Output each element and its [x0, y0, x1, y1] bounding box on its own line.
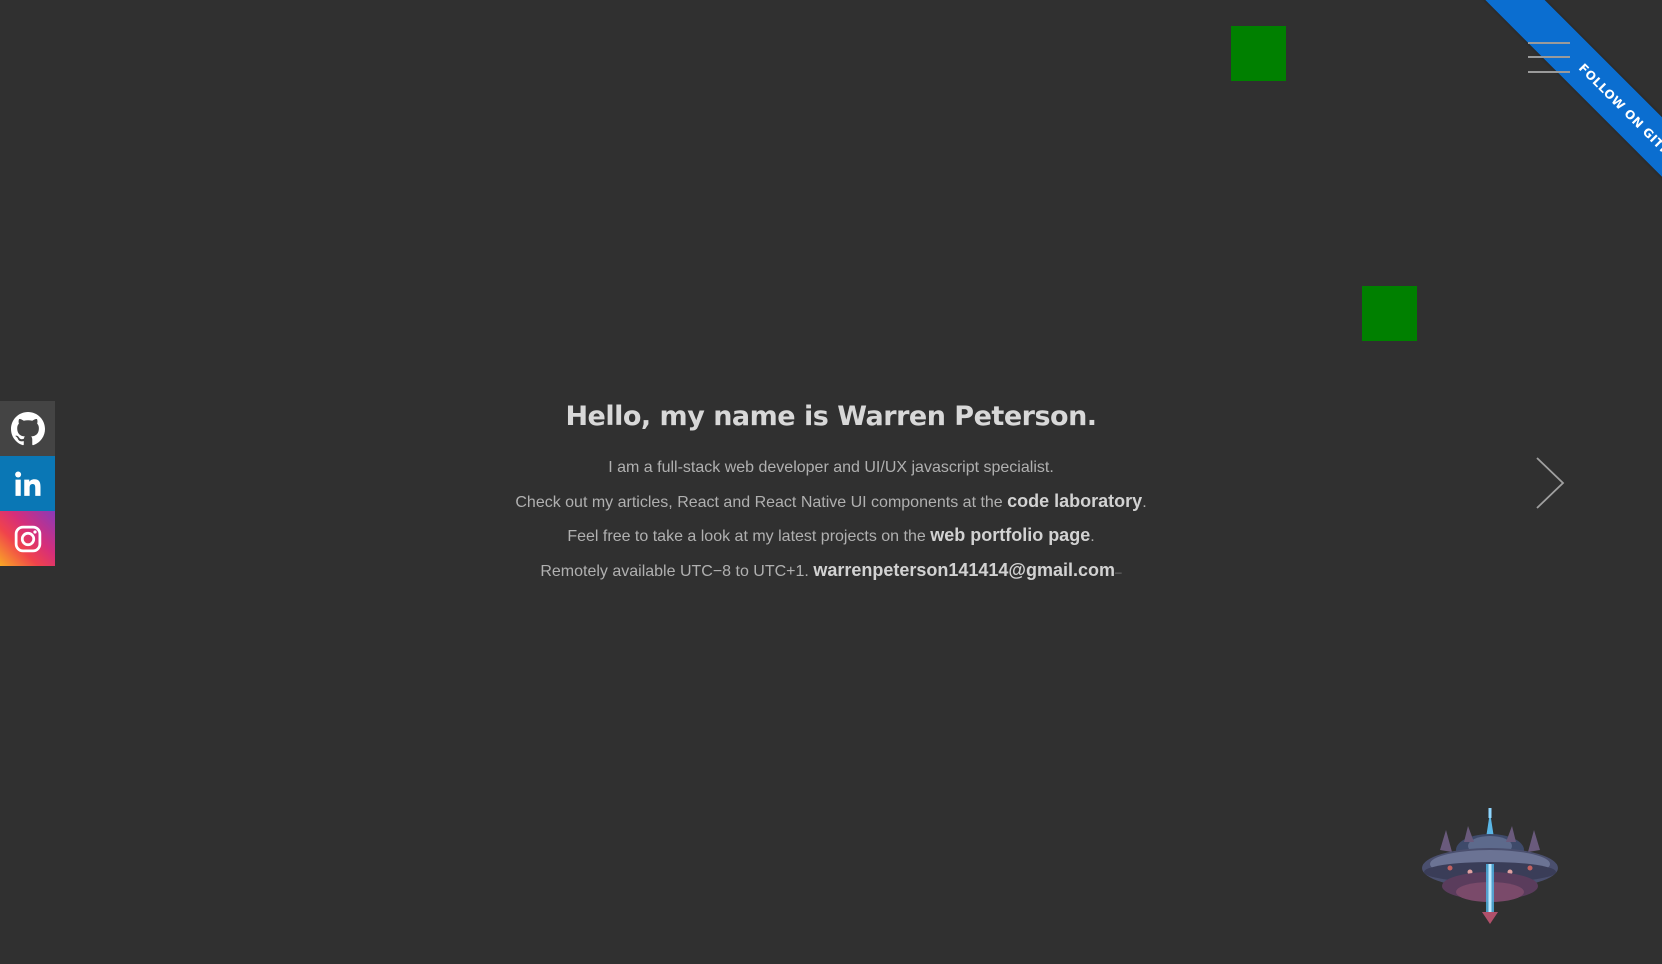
intro-text: .: [1090, 528, 1095, 545]
page: FOLLOW ON GITHUB Hello, my name is Warre…: [0, 0, 1662, 964]
intro-section: Hello, my name is Warren Peterson. I am …: [0, 394, 1662, 588]
intro-line: I am a full-stack web developer and UI/U…: [608, 459, 1054, 476]
intro-text: Check out my articles, React and React N…: [515, 493, 1008, 511]
code-laboratory-link[interactable]: code laboratory: [1007, 491, 1142, 511]
intro-line: Check out my articles, React and React N…: [0, 485, 1662, 520]
hamburger-menu-icon[interactable]: [1528, 42, 1570, 74]
github-ribbon-container: FOLLOW ON GITHUB: [1332, 0, 1662, 300]
green-square: [1231, 26, 1286, 81]
intro-text: Remotely available UTC−8 to UTC+1.: [540, 562, 814, 580]
intro-line: Remotely available UTC−8 to UTC+1. warre…: [0, 554, 1662, 589]
spaceship-image: [1422, 808, 1558, 924]
intro-line: Feel free to take a look at my latest pr…: [0, 519, 1662, 554]
chevron-right-icon[interactable]: [1534, 455, 1566, 511]
menu-line: [1528, 56, 1570, 58]
web-portfolio-link[interactable]: web portfolio page: [930, 525, 1090, 545]
intro-text: Feel free to take a look at my latest pr…: [567, 528, 931, 545]
intro-heading: Hello, my name is Warren Peterson.: [565, 401, 1097, 432]
intro-text: –: [1115, 564, 1122, 579]
intro-text: .: [1142, 493, 1147, 511]
email-link[interactable]: warrenpeterson141414@gmail.com: [813, 560, 1115, 580]
menu-line: [1528, 42, 1570, 44]
menu-line: [1528, 71, 1570, 73]
